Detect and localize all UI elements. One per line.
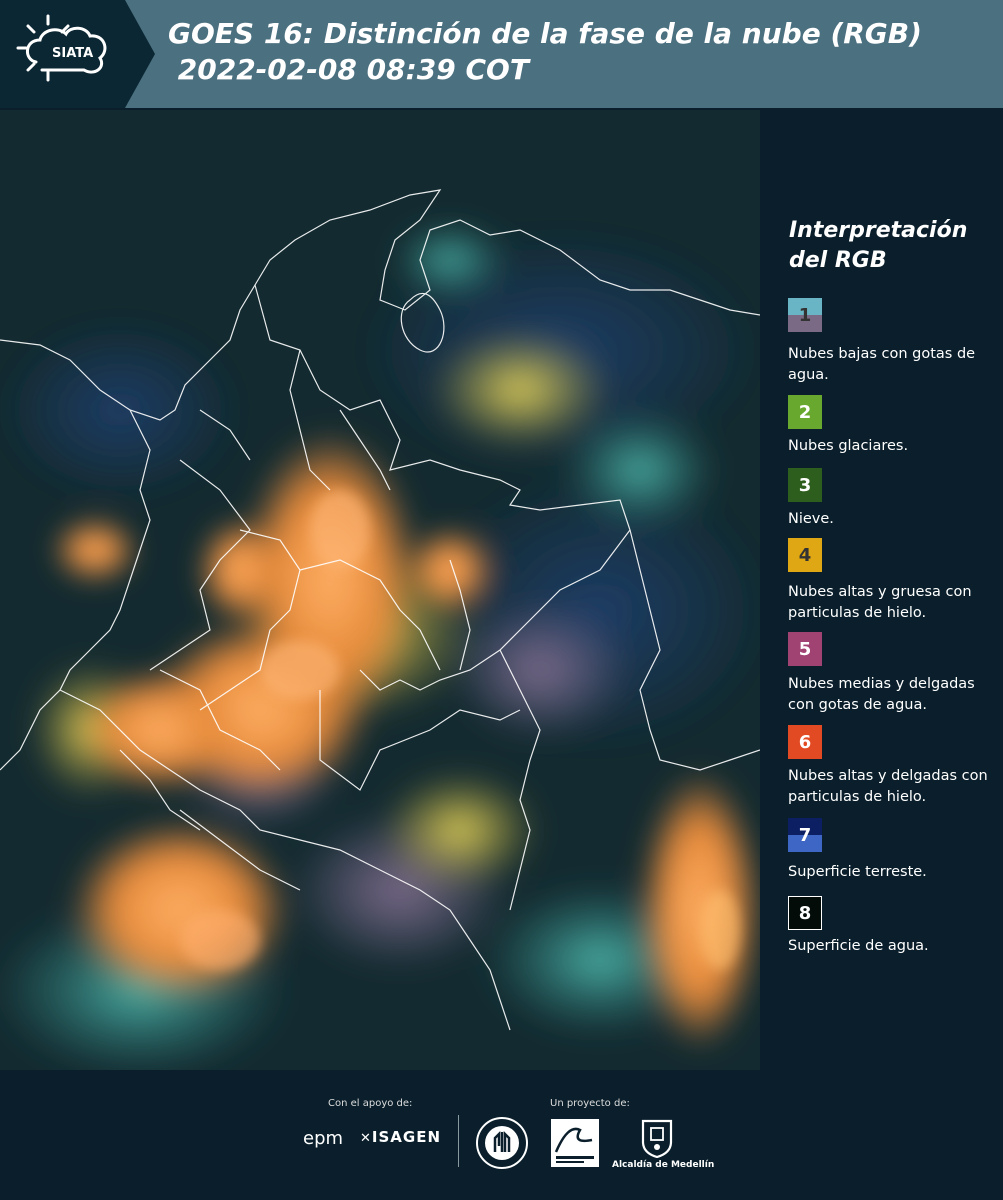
legend-label-4: Nubes altas y gruesa con particulas de h…: [788, 584, 972, 621]
legend-label-3: Nieve.: [788, 511, 834, 527]
legend-number-2: 2: [798, 401, 812, 423]
header: SIATA GOES 16: Distinción de la fase de …: [0, 0, 1003, 108]
legend-label-6: Nubes altas y delgadas con particulas de…: [788, 768, 988, 805]
legend-number-4: 4: [798, 544, 812, 566]
legend-swatch-2: 2: [788, 395, 822, 429]
siata-logo-text: SIATA: [52, 46, 94, 61]
legend-number-5: 5: [798, 638, 812, 660]
project-label: Un proyecto de:: [550, 1098, 630, 1109]
legend-label-1: Nubes bajas con gotas de agua.: [788, 346, 976, 383]
legend-swatch-5: 5: [788, 632, 822, 666]
alcaldia-label: Alcaldía de Medellín: [612, 1160, 715, 1170]
legend-label-7: Superficie terreste.: [788, 864, 927, 880]
legend-number-6: 6: [798, 731, 812, 753]
legend-title: Interpretación del RGB: [789, 218, 968, 273]
legend-label-2: Nubes glaciares.: [788, 438, 909, 454]
legend-swatch-3: 3: [788, 468, 822, 502]
satellite-map: [0, 110, 760, 1070]
legend-swatch-8: 8: [788, 896, 822, 930]
isagen-mark-icon: ✕: [360, 1131, 372, 1146]
legend-number-1: 1: [798, 304, 812, 326]
legend-number-3: 3: [798, 474, 812, 496]
legend-number-7: 7: [798, 824, 812, 846]
legend-swatch-1: 1: [788, 298, 822, 332]
legend-label-8: Superficie de agua.: [788, 938, 929, 954]
epm-logo: epm: [303, 1128, 344, 1149]
alcaldia-medellin-shield-icon: [641, 1119, 673, 1158]
isagen-logo-text: ISAGEN: [371, 1128, 442, 1146]
legend-label-5: Nubes medias y delgadas con gotas de agu…: [788, 676, 975, 713]
footer: Con el apoyo de: Un proyecto de: epm ✕IS…: [0, 1070, 1003, 1200]
page-title: GOES 16: Distinción de la fase de la nub…: [168, 17, 922, 86]
area-metropolitana-logo: [551, 1119, 599, 1167]
logo-panel: SIATA: [0, 0, 155, 108]
support-label: Con el apoyo de:: [328, 1098, 413, 1109]
isagen-logo: ✕ISAGEN: [360, 1128, 441, 1146]
seal-icon: [476, 1117, 528, 1169]
satellite-image: [0, 110, 760, 1070]
legend-number-8: 8: [798, 902, 812, 924]
legend-swatch-6: 6: [788, 725, 822, 759]
footer-divider: [458, 1115, 459, 1167]
legend-swatch-7: 7: [788, 818, 822, 852]
legend-panel: Interpretación del RGB 1 Nubes bajas con…: [760, 110, 1003, 1070]
legend-swatch-4: 4: [788, 538, 822, 572]
